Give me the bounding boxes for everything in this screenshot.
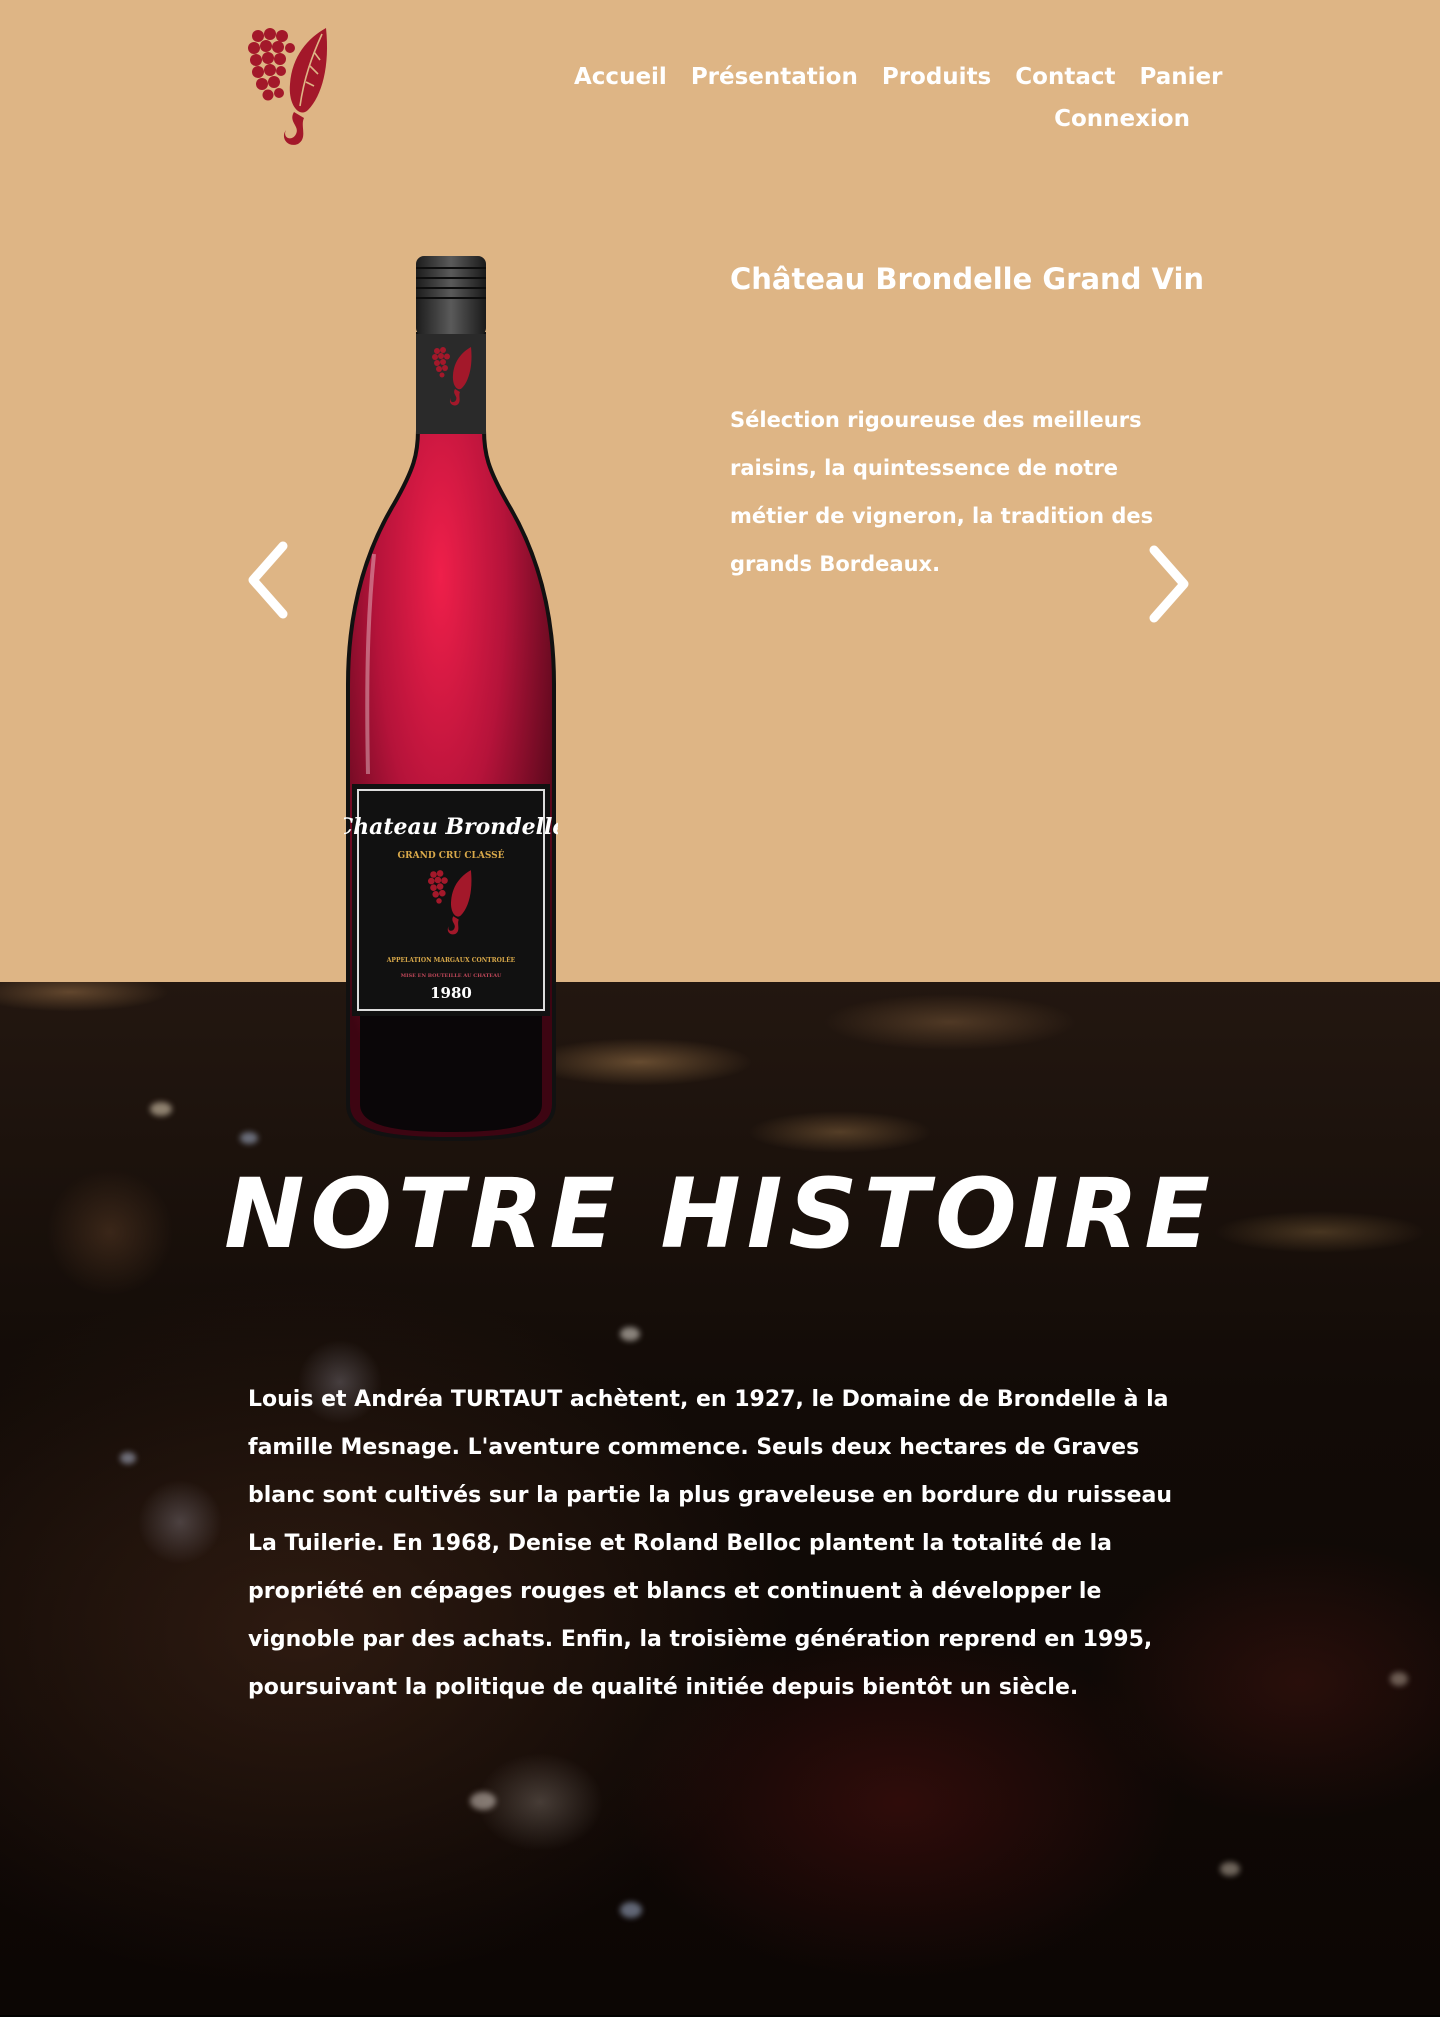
- history-title: NOTRE HISTOIRE: [224, 1158, 1216, 1270]
- nav-item-panier[interactable]: Panier: [1139, 64, 1222, 90]
- nav-item-connexion[interactable]: Connexion: [1054, 106, 1190, 132]
- product-description: Sélection rigoureuse des meilleurs raisi…: [730, 408, 1154, 576]
- wine-bottle-image: Chateau Brondelle GRAND CRU CLASSÉ APPEL…: [344, 256, 558, 1142]
- bokeh-light: [120, 1452, 136, 1464]
- label-bottling: MISE EN BOUTEILLE AU CHATEAU: [401, 973, 502, 979]
- label-brand: Chateau Brondelle: [344, 814, 558, 840]
- hero-section: Accueil Présentation Produits Contact Panier…: [0, 0, 1440, 982]
- bokeh-light: [470, 1792, 496, 1810]
- bokeh-light: [620, 1902, 642, 1918]
- bokeh-light: [1390, 1672, 1408, 1686]
- bokeh-light: [240, 1132, 258, 1144]
- nav-item-presentation[interactable]: Présentation: [691, 64, 858, 90]
- grape-leaf-logo-icon[interactable]: [248, 26, 334, 148]
- label-classification: GRAND CRU CLASSÉ: [397, 849, 504, 861]
- nav-item-contact[interactable]: Contact: [1015, 64, 1115, 90]
- bokeh-light: [150, 1102, 172, 1116]
- main-nav: Accueil Présentation Produits Contact Panier…: [550, 56, 1222, 140]
- history-text: Louis et Andréa TURTAUT achètent, en 192…: [248, 1387, 1173, 1700]
- nav-item-accueil[interactable]: Accueil: [574, 64, 667, 90]
- label-appellation: APPELATION MARGAUX CONTROLÉE: [386, 956, 516, 964]
- chevron-left-icon[interactable]: [245, 540, 291, 620]
- bokeh-light: [620, 1327, 640, 1341]
- product-title: Château Brondelle Grand Vin: [730, 262, 1205, 296]
- bokeh-light: [1220, 1862, 1240, 1876]
- nav-item-produits[interactable]: Produits: [882, 64, 991, 90]
- label-year: 1980: [430, 984, 472, 1002]
